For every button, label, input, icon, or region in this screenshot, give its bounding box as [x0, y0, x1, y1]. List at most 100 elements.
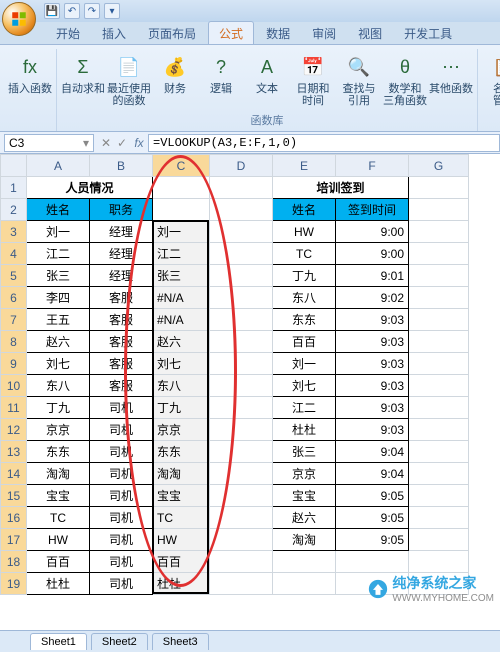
cell-G18[interactable] — [409, 551, 469, 573]
cell-G16[interactable] — [409, 507, 469, 529]
cell-A8[interactable]: 赵六 — [27, 331, 90, 353]
row-header-4[interactable]: 4 — [1, 243, 27, 265]
cell-D5[interactable] — [210, 265, 273, 287]
cell-E18[interactable] — [273, 551, 336, 573]
row-header-12[interactable]: 12 — [1, 419, 27, 441]
logical-button[interactable]: ?逻辑 — [199, 51, 243, 109]
insert-function-button[interactable]: fx插入函数 — [8, 51, 52, 97]
cell-A12[interactable]: 京京 — [27, 419, 90, 441]
more-button[interactable]: ⋯其他函数 — [429, 51, 473, 109]
cell-G4[interactable] — [409, 243, 469, 265]
cell-G19[interactable] — [409, 573, 469, 595]
cell-F2[interactable]: 签到时间 — [336, 199, 409, 221]
cell-D19[interactable] — [210, 573, 273, 595]
cell-G1[interactable] — [409, 177, 469, 199]
cell-C5[interactable]: 张三 — [153, 265, 210, 287]
lookup-button[interactable]: 🔍查找与 引用 — [337, 51, 381, 109]
name-box[interactable]: C3▾ — [4, 134, 94, 152]
cell-D2[interactable] — [210, 199, 273, 221]
cell-A13[interactable]: 东东 — [27, 441, 90, 463]
qat-undo-button[interactable]: ↶ — [64, 3, 80, 19]
cell-F13[interactable]: 9:04 — [336, 441, 409, 463]
cell-D17[interactable] — [210, 529, 273, 551]
cell-G3[interactable] — [409, 221, 469, 243]
cell-G9[interactable] — [409, 353, 469, 375]
math-button[interactable]: θ数学和 三角函数 — [383, 51, 427, 109]
cell-A6[interactable]: 李四 — [27, 287, 90, 309]
cell-E6[interactable]: 东八 — [273, 287, 336, 309]
row-header-9[interactable]: 9 — [1, 353, 27, 375]
cell-F10[interactable]: 9:03 — [336, 375, 409, 397]
cell-A7[interactable]: 王五 — [27, 309, 90, 331]
cell-E10[interactable]: 刘七 — [273, 375, 336, 397]
cell-D15[interactable] — [210, 485, 273, 507]
cell-C16[interactable]: TC — [153, 507, 210, 529]
col-header-A[interactable]: A — [27, 155, 90, 177]
cell-A10[interactable]: 东八 — [27, 375, 90, 397]
fx-icon[interactable]: fx — [130, 136, 148, 150]
col-header-C[interactable]: C — [153, 155, 210, 177]
cell-G6[interactable] — [409, 287, 469, 309]
cell-F7[interactable]: 9:03 — [336, 309, 409, 331]
cell-C11[interactable]: 丁九 — [153, 397, 210, 419]
grid[interactable]: ABCDEFG1人员情况培训签到2姓名职务姓名签到时间3刘一经理刘一HW9:00… — [0, 154, 469, 595]
row-header-13[interactable]: 13 — [1, 441, 27, 463]
tab-开始[interactable]: 开始 — [46, 22, 90, 44]
cell-B8[interactable]: 客服 — [90, 331, 153, 353]
cell-A1[interactable]: 人员情况 — [27, 177, 153, 199]
datetime-button[interactable]: 📅日期和 时间 — [291, 51, 335, 109]
row-header-5[interactable]: 5 — [1, 265, 27, 287]
cell-D1[interactable] — [210, 177, 273, 199]
cell-D18[interactable] — [210, 551, 273, 573]
cell-C13[interactable]: 东东 — [153, 441, 210, 463]
cell-E7[interactable]: 东东 — [273, 309, 336, 331]
cell-B17[interactable]: 司机 — [90, 529, 153, 551]
cell-G11[interactable] — [409, 397, 469, 419]
sheet-tab-Sheet1[interactable]: Sheet1 — [30, 633, 87, 650]
cell-C17[interactable]: HW — [153, 529, 210, 551]
row-header-19[interactable]: 19 — [1, 573, 27, 595]
tab-公式[interactable]: 公式 — [208, 21, 254, 44]
cell-C10[interactable]: 东八 — [153, 375, 210, 397]
cell-F17[interactable]: 9:05 — [336, 529, 409, 551]
cell-A16[interactable]: TC — [27, 507, 90, 529]
cell-G10[interactable] — [409, 375, 469, 397]
row-header-7[interactable]: 7 — [1, 309, 27, 331]
cell-E15[interactable]: 宝宝 — [273, 485, 336, 507]
cell-D8[interactable] — [210, 331, 273, 353]
cell-F18[interactable] — [336, 551, 409, 573]
row-header-3[interactable]: 3 — [1, 221, 27, 243]
qat-redo-button[interactable]: ↷ — [84, 3, 100, 19]
row-header-15[interactable]: 15 — [1, 485, 27, 507]
qat-save-button[interactable]: 💾 — [44, 3, 60, 19]
cell-F15[interactable]: 9:05 — [336, 485, 409, 507]
cell-C3[interactable]: 刘一 — [153, 221, 210, 243]
cell-C15[interactable]: 宝宝 — [153, 485, 210, 507]
cell-F8[interactable]: 9:03 — [336, 331, 409, 353]
cell-A18[interactable]: 百百 — [27, 551, 90, 573]
enter-button[interactable]: ✓ — [114, 136, 130, 150]
cell-D11[interactable] — [210, 397, 273, 419]
cell-D16[interactable] — [210, 507, 273, 529]
cell-A17[interactable]: HW — [27, 529, 90, 551]
cell-G17[interactable] — [409, 529, 469, 551]
cell-B2[interactable]: 职务 — [90, 199, 153, 221]
cell-D13[interactable] — [210, 441, 273, 463]
cell-C6[interactable]: #N/A — [153, 287, 210, 309]
cell-B15[interactable]: 司机 — [90, 485, 153, 507]
cell-E17[interactable]: 淘淘 — [273, 529, 336, 551]
cell-G8[interactable] — [409, 331, 469, 353]
cell-E5[interactable]: 丁九 — [273, 265, 336, 287]
cell-C7[interactable]: #N/A — [153, 309, 210, 331]
cell-D6[interactable] — [210, 287, 273, 309]
cell-D10[interactable] — [210, 375, 273, 397]
cell-C4[interactable]: 江二 — [153, 243, 210, 265]
cell-F1[interactable]: 培训签到 — [273, 177, 409, 199]
cell-B16[interactable]: 司机 — [90, 507, 153, 529]
col-header-F[interactable]: F — [336, 155, 409, 177]
text-button[interactable]: A文本 — [245, 51, 289, 109]
cell-E12[interactable]: 杜杜 — [273, 419, 336, 441]
cell-B13[interactable]: 司机 — [90, 441, 153, 463]
sheet-tab-Sheet2[interactable]: Sheet2 — [91, 633, 148, 650]
recent-button[interactable]: 📄最近使用 的函数 — [107, 51, 151, 109]
